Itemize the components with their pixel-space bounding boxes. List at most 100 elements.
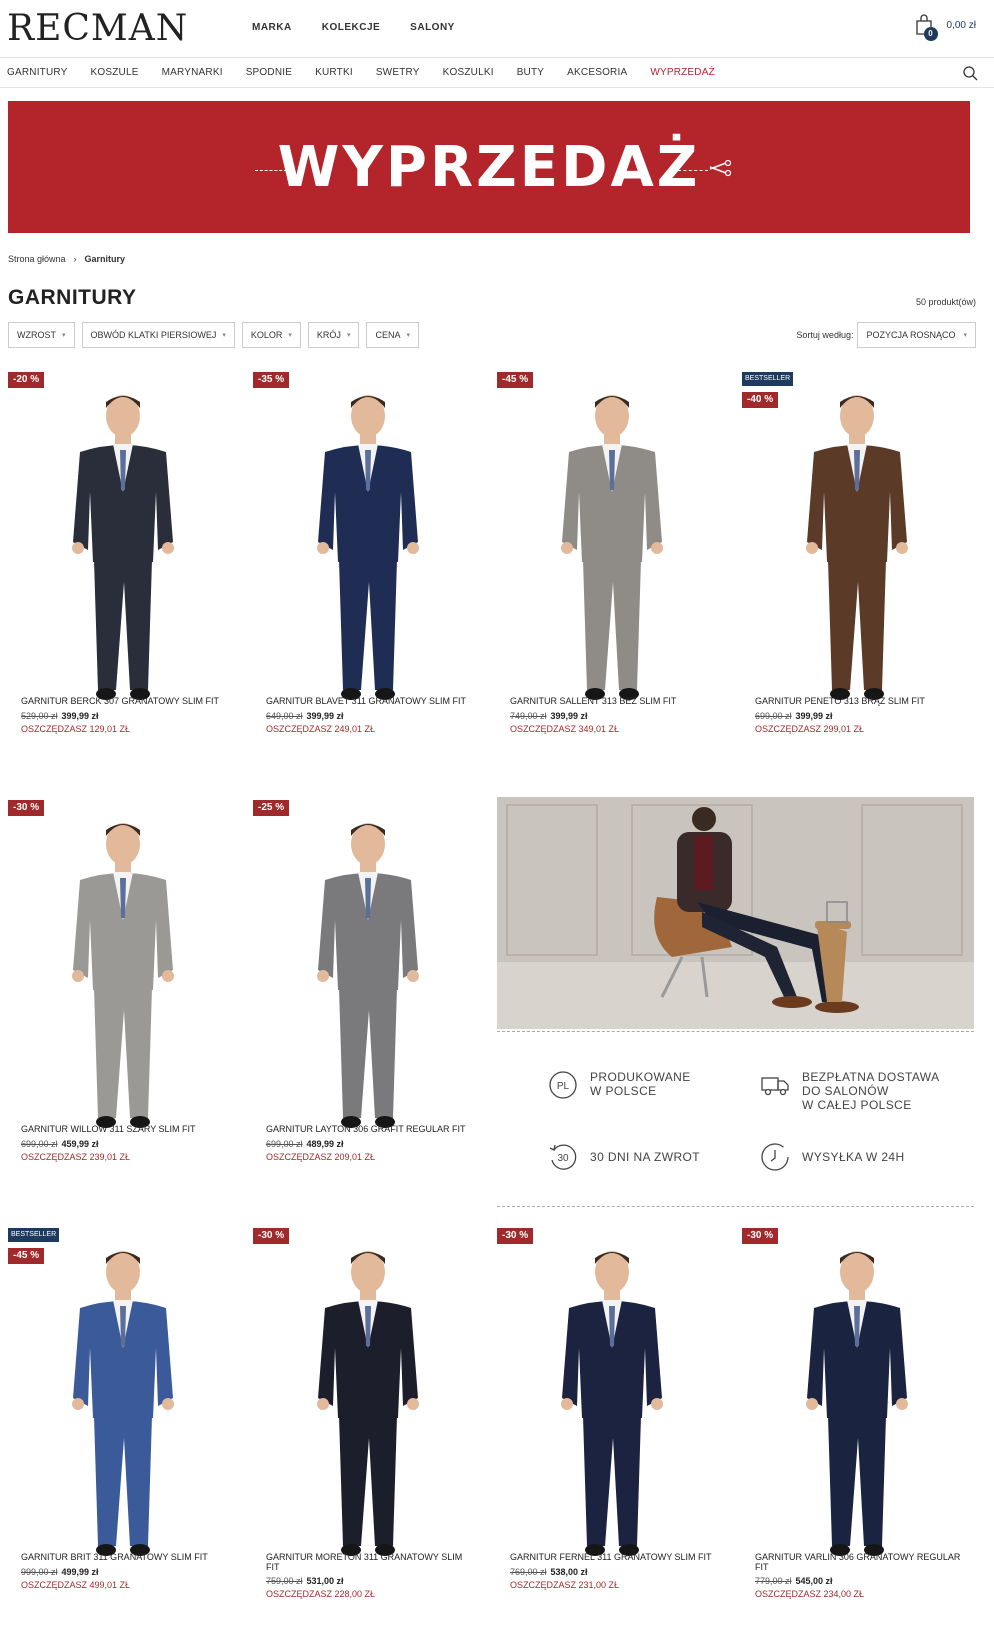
filter-cena[interactable]: CENA ▾ [366, 322, 419, 348]
cat-koszule[interactable]: KOSZULE [91, 67, 139, 78]
product-name[interactable]: GARNITUR PENETO 313 BRĄZ SLIM FIT [755, 696, 965, 706]
chevron-down-icon: ▾ [288, 332, 292, 339]
chevron-down-icon: ▾ [346, 332, 351, 339]
product-card[interactable]: -30 % GARNITUR FERNEL 311 GRANATOWY SLIM … [497, 1228, 727, 1590]
filter-obwod[interactable]: OBWÓD KLATKI PIERSIOWEJ ▾ [81, 322, 235, 348]
savings-text: OSZCZĘDZASZ 299,01 ZŁ [755, 724, 865, 734]
category-nav: GARNITURY KOSZULE MARYNARKI SPODNIE KURT… [0, 58, 994, 88]
page-title: GARNITURY [8, 286, 137, 309]
cart-total: 0,00 zł [946, 19, 976, 31]
savings-text: OSZCZĘDZASZ 239,01 ZŁ [21, 1152, 131, 1162]
filter-label: KOLOR [250, 330, 283, 340]
product-card[interactable]: -45 % GARNITUR SALLENT 313 BEŻ SLIM FIT 74… [497, 372, 727, 734]
product-count: 50 produkt(ów) [915, 297, 976, 307]
product-prices: 749,00 zł 399,99 zł [510, 711, 588, 721]
product-name[interactable]: GARNITUR SALLENT 313 BEŻ SLIM FIT [510, 696, 720, 706]
product-prices: 759,00 zł 531,00 zł [266, 1576, 344, 1586]
return-days-text: 30 [557, 1153, 569, 1164]
product-image[interactable]: -35 % [253, 372, 483, 712]
lifestyle-image[interactable] [497, 797, 974, 1029]
product-card[interactable]: -25 % GARNITUR LAYTON 306 GRAFIT REGULAR … [253, 800, 483, 1162]
product-image[interactable]: -30 % [742, 1228, 972, 1568]
cat-spodnie[interactable]: SPODNIE [246, 67, 292, 78]
breadcrumb: Strona główna › Garnitury [8, 254, 125, 264]
savings-text: OSZCZĘDZASZ 209,01 ZŁ [266, 1152, 376, 1162]
pl-badge-text: PL [557, 1081, 570, 1092]
product-card[interactable]: -20 % GARNITUR BERCK 307 GRANATOWY SLIM F… [8, 372, 238, 734]
discount-badge: -20 % [8, 372, 45, 388]
product-image[interactable]: -30 % [8, 800, 238, 1140]
old-price: 699,00 zł [21, 1139, 58, 1149]
cat-garnitury[interactable]: GARNITURY [7, 67, 68, 78]
cat-wyprzedaz[interactable]: WYPRZEDAŻ [650, 67, 715, 78]
cat-koszulki[interactable]: KOSZULKI [443, 67, 494, 78]
search-icon[interactable] [962, 65, 978, 81]
bestseller-badge: BESTSELLER [742, 372, 794, 386]
product-prices: 699,00 zł 459,99 zł [21, 1139, 99, 1149]
cat-marynarki[interactable]: MARYNARKI [162, 67, 223, 78]
cat-swetry[interactable]: SWETRY [376, 67, 420, 78]
product-image[interactable]: BESTSELLER -40 % [742, 372, 972, 712]
product-card[interactable]: -30 % GARNITUR VARLIN 306 GRANATOWY REGUL… [742, 1228, 972, 1599]
product-card[interactable]: -30 % GARNITUR MORETON 311 GRANATOWY SLIM… [253, 1228, 483, 1599]
old-price: 779,00 zł [755, 1576, 792, 1586]
product-card[interactable]: BESTSELLER -40 % GARNITUR PENETO 313 BRĄZ … [742, 372, 972, 734]
product-image[interactable]: -20 % [8, 372, 238, 712]
product-image[interactable]: -30 % [253, 1228, 483, 1568]
feature-text: BEZPŁATNA DOSTAWA DO SALONÓW W CAŁEJ POL… [802, 1070, 940, 1112]
product-name[interactable]: GARNITUR BLAVET 311 GRANATOWY SLIM FIT [266, 696, 476, 706]
product-prices: 699,00 zł 489,99 zł [266, 1139, 344, 1149]
product-card[interactable]: -30 % GARNITUR WILLOW 311 SZARY SLIM FIT 6… [8, 800, 238, 1162]
filter-bar: WZROST ▾ OBWÓD KLATKI PIERSIOWEJ ▾ KOLOR ▾ … [8, 322, 419, 348]
product-image[interactable]: BESTSELLER -45 % [8, 1228, 238, 1568]
breadcrumb-home[interactable]: Strona główna [8, 254, 66, 264]
feature-returns: 30 30 DNI NA ZWROT [548, 1142, 700, 1172]
discount-badge: -25 % [253, 800, 290, 816]
logo[interactable]: RECMAN [7, 8, 188, 49]
discount-badge: -45 % [8, 1248, 45, 1264]
savings-text: OSZCZĘDZASZ 129,01 ZŁ [21, 724, 131, 734]
product-prices: 649,00 zł 399,99 zł [266, 711, 344, 721]
banner-dash-right [678, 170, 708, 171]
30-days-return-icon: 30 [549, 1144, 577, 1170]
product-card[interactable]: BESTSELLER -45 % GARNITUR BRIT 311 GRANATO… [8, 1228, 238, 1590]
cat-akcesoria[interactable]: AKCESORIA [567, 67, 627, 78]
product-name[interactable]: GARNITUR FERNEL 311 GRANATOWY SLIM FIT [510, 1552, 720, 1562]
filter-kroj[interactable]: KRÓJ ▾ [307, 322, 360, 348]
filter-label: KRÓJ [316, 330, 341, 340]
sale-price: 459,99 zł [61, 1139, 99, 1149]
product-name[interactable]: GARNITUR LAYTON 306 GRAFIT REGULAR FIT [266, 1124, 476, 1134]
nav-salony[interactable]: SALONY [410, 22, 455, 33]
product-image[interactable]: -25 % [253, 800, 483, 1140]
sort-select[interactable]: POZYCJA ROSNĄCO ▾ [857, 322, 976, 348]
product-image[interactable]: -45 % [497, 372, 727, 712]
feature-made-in-poland: PL PRODUKOWANE W POLSCE [548, 1070, 691, 1100]
product-name[interactable]: GARNITUR BRIT 311 GRANATOWY SLIM FIT [21, 1552, 231, 1562]
product-prices: 769,00 zł 538,00 zł [510, 1567, 588, 1577]
filter-kolor[interactable]: KOLOR ▾ [241, 322, 301, 348]
product-card[interactable]: -35 % GARNITUR BLAVET 311 GRANATOWY SLIM … [253, 372, 483, 734]
nav-marka[interactable]: MARKA [252, 22, 292, 33]
product-name[interactable]: GARNITUR VARLIN 306 GRANATOWY REGULAR FI… [755, 1552, 965, 1572]
sale-price: 489,99 zł [306, 1139, 344, 1149]
filter-wzrost[interactable]: WZROST ▾ [8, 322, 75, 348]
product-prices: 779,00 zł 545,00 zł [755, 1576, 833, 1586]
sale-price: 399,99 zł [306, 711, 344, 721]
sort-value: POZYCJA ROSNĄCO [866, 330, 956, 340]
delivery-truck-icon [761, 1077, 789, 1096]
product-name[interactable]: GARNITUR BERCK 307 GRANATOWY SLIM FIT [21, 696, 231, 706]
product-name[interactable]: GARNITUR WILLOW 311 SZARY SLIM FIT [21, 1124, 231, 1134]
sale-banner[interactable]: WYPRZEDAŻ [8, 101, 970, 233]
product-name[interactable]: GARNITUR MORETON 311 GRANATOWY SLIM FIT [266, 1552, 476, 1572]
cart-button[interactable]: 0 0,00 zł [915, 14, 976, 41]
old-price: 529,00 zł [21, 711, 58, 721]
cat-kurtki[interactable]: KURTKI [315, 67, 353, 78]
chevron-down-icon: ▾ [222, 332, 226, 339]
clock-24h-icon [761, 1143, 789, 1171]
nav-kolekcje[interactable]: KOLEKCJE [322, 22, 380, 33]
cat-buty[interactable]: BUTY [517, 67, 544, 78]
discount-badge: -30 % [253, 1228, 290, 1244]
product-image[interactable]: -30 % [497, 1228, 727, 1568]
banner-title: WYPRZEDAŻ [277, 135, 701, 200]
feature-free-delivery: BEZPŁATNA DOSTAWA DO SALONÓW W CAŁEJ POL… [760, 1070, 940, 1112]
